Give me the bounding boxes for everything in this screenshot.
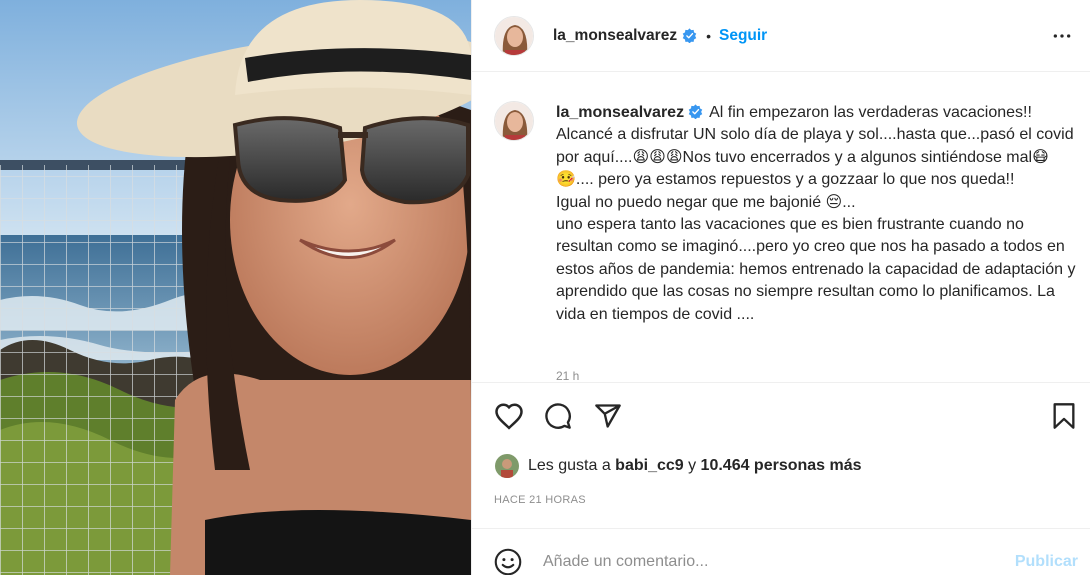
selfie-image [0, 0, 471, 575]
post-detail-panel: la_monsealvarez • Seguir la_monsealvarez… [471, 0, 1090, 575]
post-photo[interactable] [0, 0, 471, 575]
likes-count-link[interactable]: 10.464 personas más [701, 457, 862, 475]
comment-input[interactable] [543, 547, 973, 575]
caption-time: 21 h [556, 369, 580, 382]
caption-section: la_monsealvarez Al fin empezaron las verd… [472, 73, 1090, 382]
heart-icon[interactable] [494, 402, 524, 430]
liker-avatar[interactable] [495, 454, 519, 478]
comment-bar: Publicar [472, 528, 1090, 575]
publish-button[interactable]: Publicar [1015, 553, 1078, 571]
likes-summary: Les gusta a babi_cc9 y 10.464 personas m… [495, 454, 862, 478]
liker-username[interactable]: babi_cc9 [615, 457, 683, 475]
comment-icon[interactable] [544, 402, 572, 430]
bookmark-icon[interactable] [1052, 402, 1076, 430]
likes-connector: y [683, 457, 701, 474]
verified-badge-icon [682, 28, 697, 43]
smiley-icon[interactable] [494, 548, 522, 575]
verified-badge-icon [688, 104, 703, 119]
author-username[interactable]: la_monsealvarez [553, 27, 677, 45]
author-avatar[interactable] [494, 15, 534, 56]
paper-plane-icon[interactable] [594, 402, 622, 430]
caption-author-avatar[interactable] [494, 101, 534, 141]
likes-prefix: Les gusta a [528, 457, 616, 474]
follow-button[interactable]: Seguir [719, 27, 767, 45]
caption-username[interactable]: la_monsealvarez [556, 104, 684, 121]
caption-text-block: la_monsealvarez Al fin empezaron las verd… [556, 102, 1078, 326]
caption-body: Al fin empezaron las verdaderas vacacion… [556, 104, 1076, 323]
separator-dot: • [706, 27, 711, 44]
post-timestamp[interactable]: HACE 21 HORAS [494, 494, 586, 506]
more-horizontal-icon[interactable] [1051, 26, 1073, 46]
post-header: la_monsealvarez • Seguir [472, 0, 1090, 72]
post-actions: Les gusta a babi_cc9 y 10.464 personas m… [472, 382, 1090, 575]
